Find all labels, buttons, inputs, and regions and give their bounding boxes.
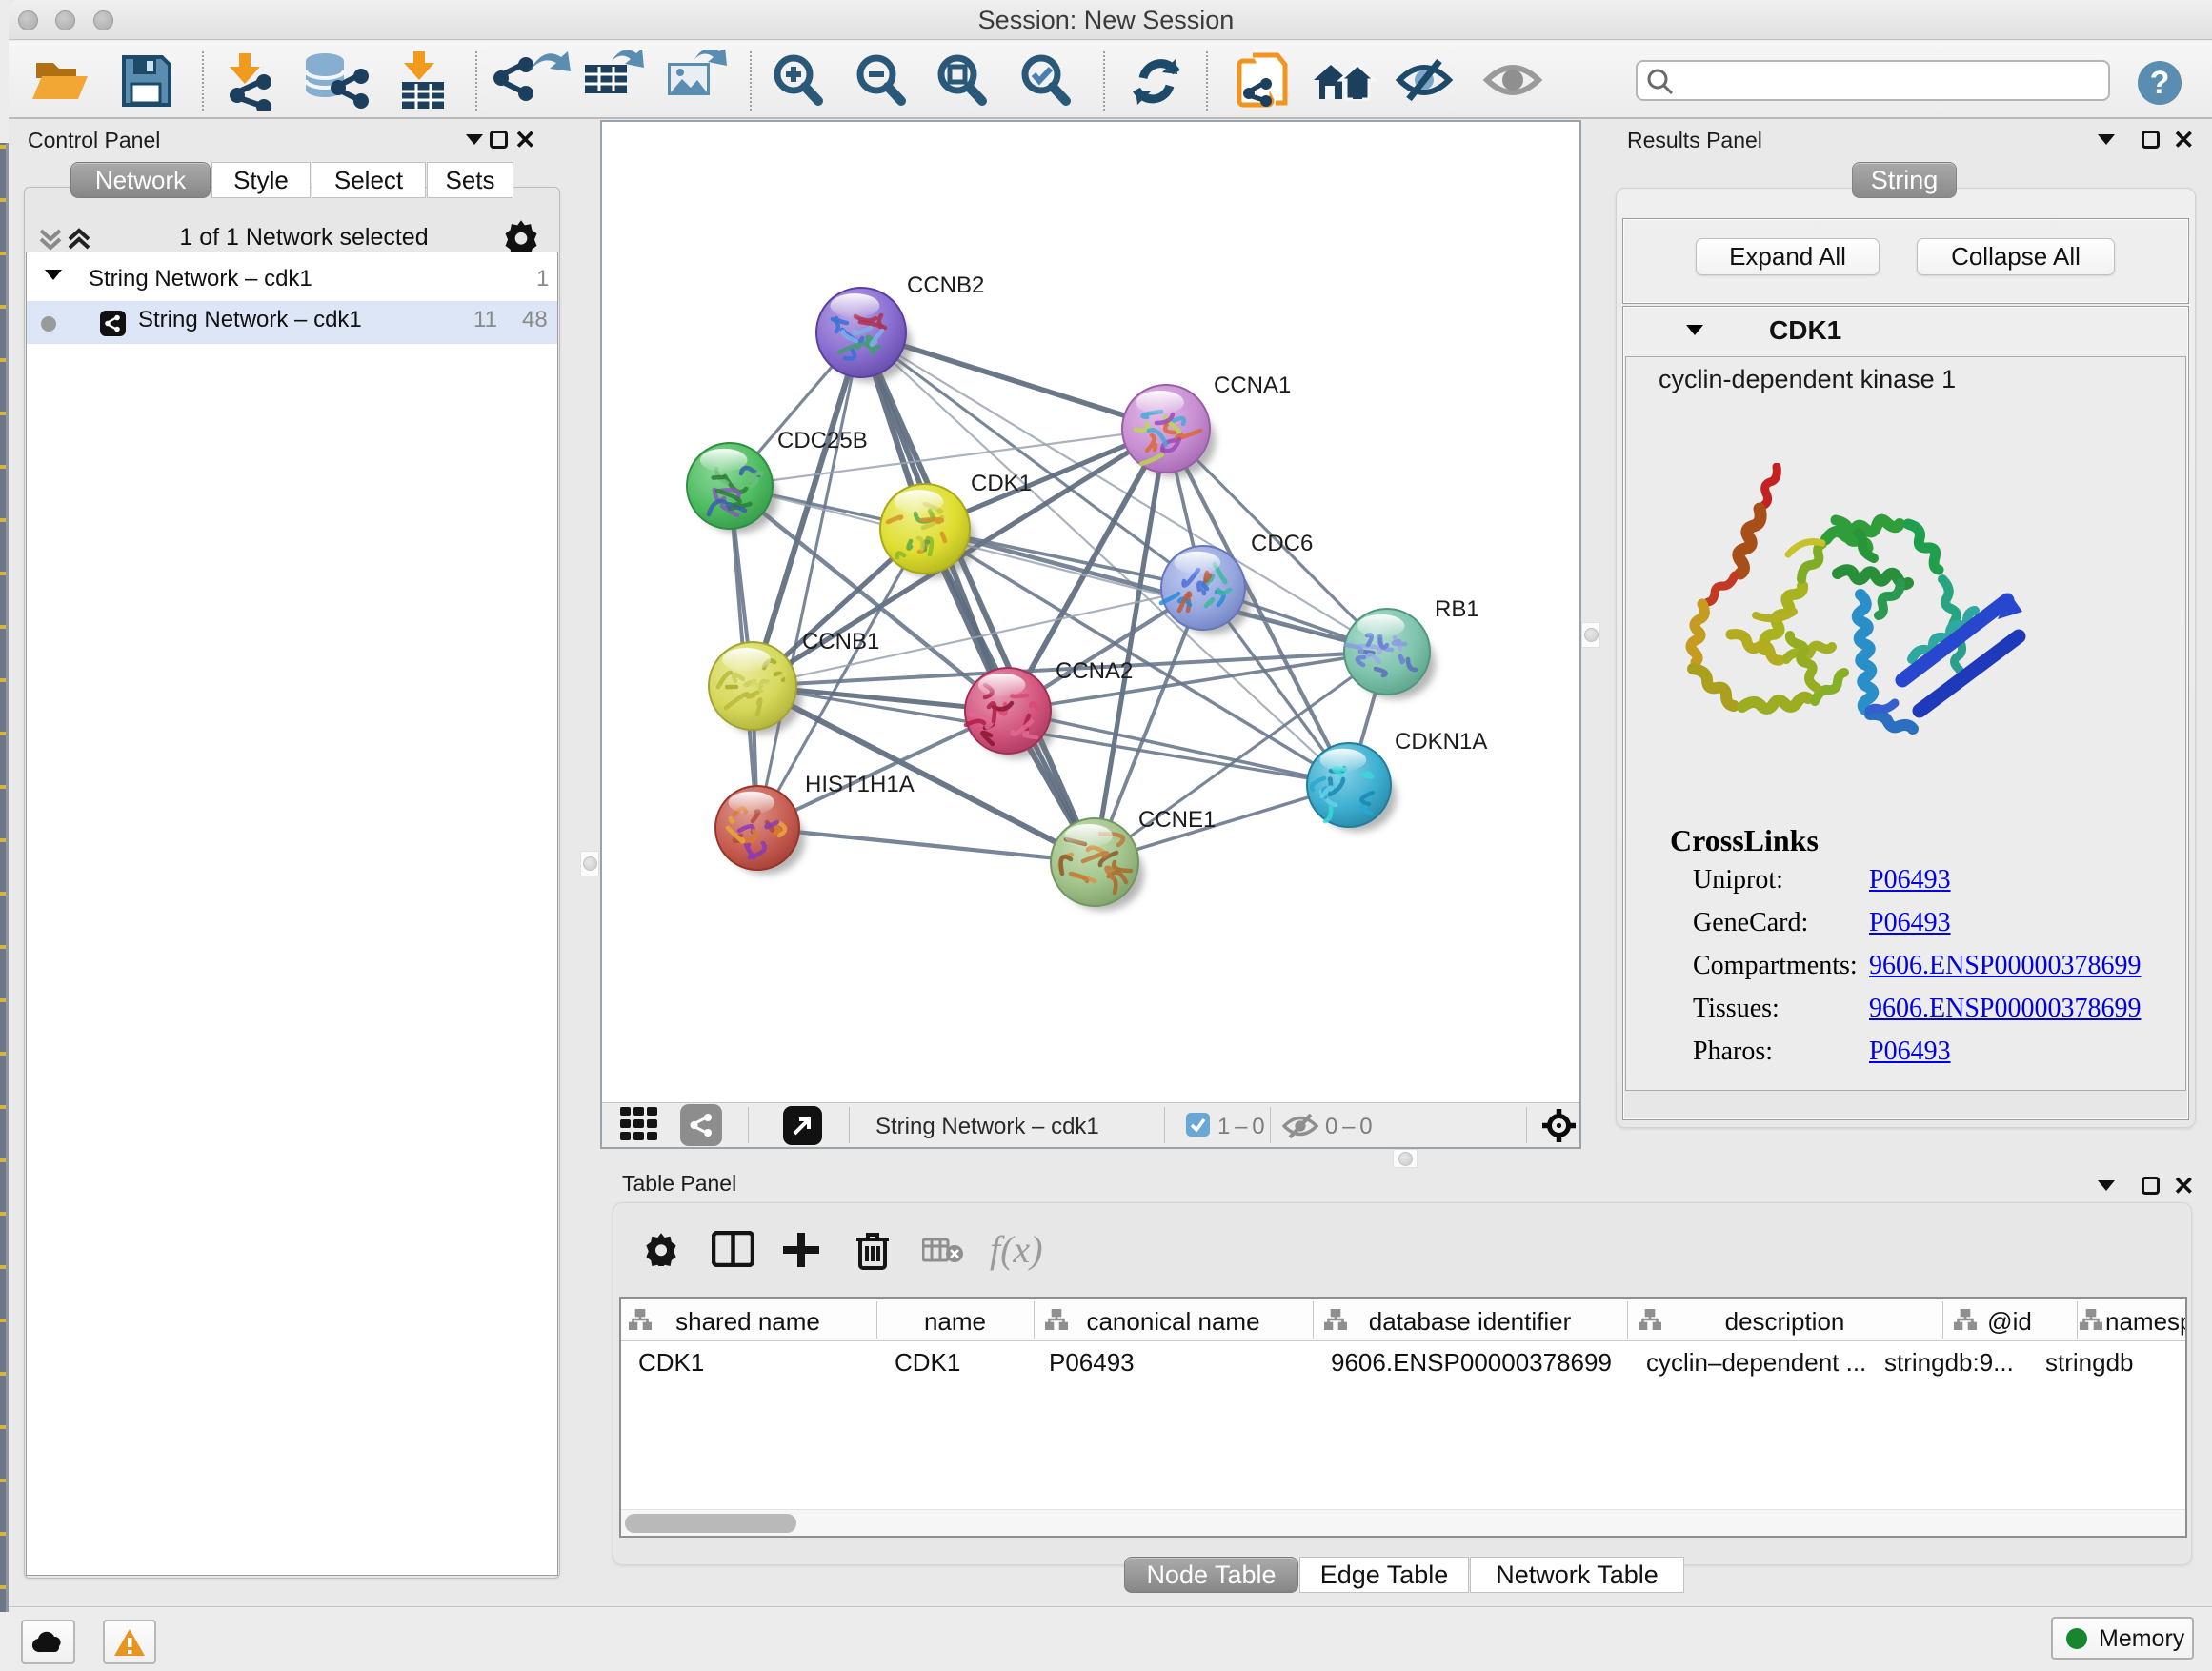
svg-text:CCNB2: CCNB2	[907, 272, 984, 298]
svg-text:CDKN1A: CDKN1A	[1395, 729, 1487, 755]
svg-text:RB1: RB1	[1435, 596, 1479, 622]
svg-text:CDC6: CDC6	[1251, 531, 1313, 556]
svg-text:HIST1H1A: HIST1H1A	[805, 772, 915, 797]
svg-text:CCNA2: CCNA2	[1056, 658, 1133, 684]
svg-text:CDC25B: CDC25B	[777, 428, 868, 453]
svg-text:CCNE1: CCNE1	[1138, 807, 1216, 833]
svg-text:CCNA1: CCNA1	[1214, 372, 1291, 398]
svg-text:CDK1: CDK1	[971, 471, 1032, 496]
svg-text:CCNB1: CCNB1	[802, 629, 879, 654]
